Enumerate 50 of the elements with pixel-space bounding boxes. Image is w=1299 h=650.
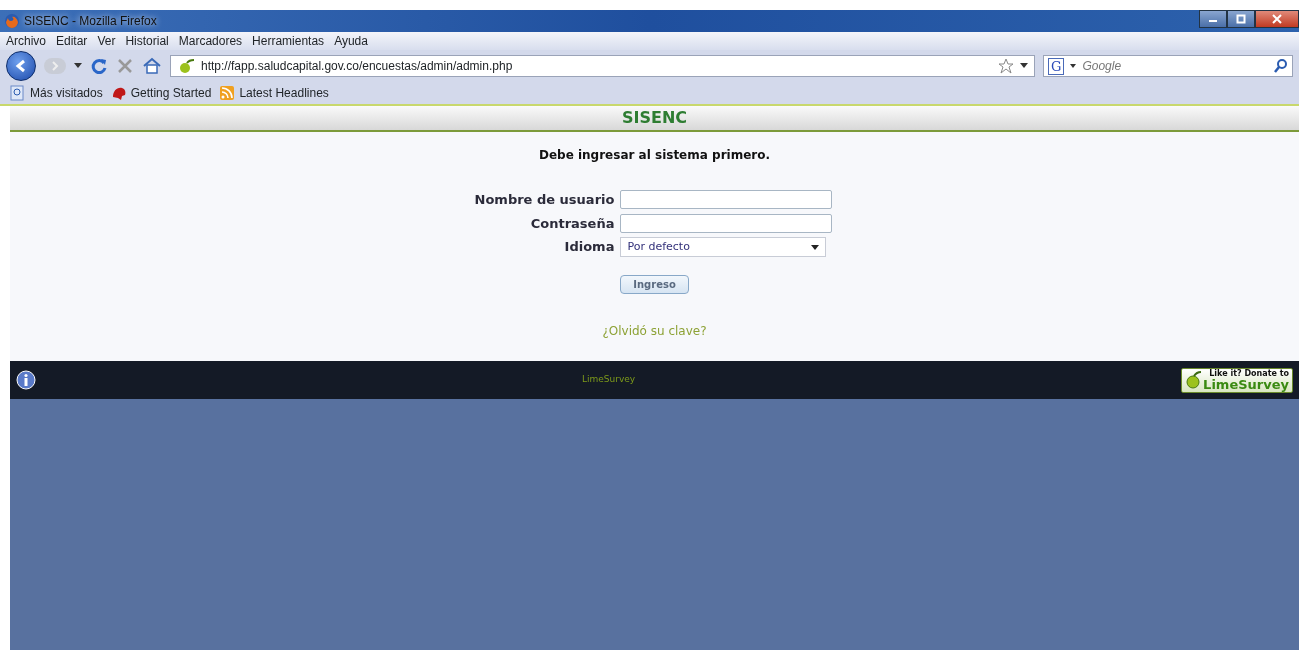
- site-lime-icon: [177, 58, 195, 74]
- url-text: http://fapp.saludcapital.gov.co/encuestas/admin/admin.php: [201, 58, 513, 75]
- menu-item[interactable]: Archivo: [6, 34, 46, 48]
- donate-badge[interactable]: Like it? Donate to LimeSurvey: [1181, 367, 1293, 393]
- select-value: Por defecto: [627, 238, 690, 255]
- bookmark-link[interactable]: Más visitados: [30, 84, 103, 102]
- donate-caption: Like it? Donate to: [1209, 369, 1289, 378]
- restore-button[interactable]: [1227, 10, 1255, 28]
- back-button[interactable]: [6, 51, 36, 81]
- login-button[interactable]: Ingreso: [620, 275, 689, 294]
- bookmark-link[interactable]: Latest Headlines: [239, 84, 329, 102]
- menu-item[interactable]: Herramientas: [252, 34, 325, 48]
- close-icon: [1272, 14, 1282, 24]
- login-message: Debe ingresar al sistema primero.: [538, 147, 771, 164]
- window-title: SISENC - Mozilla Firefox: [24, 13, 157, 30]
- username-field[interactable]: [620, 190, 833, 210]
- menu-item[interactable]: Ayuda: [334, 34, 368, 48]
- search-engine-button[interactable]: G: [1048, 57, 1065, 75]
- field-label: Nombre de usuario: [474, 191, 615, 209]
- dropdown-caret-icon[interactable]: [1020, 63, 1028, 69]
- field-label: Contraseña: [530, 214, 615, 233]
- bookmark-link[interactable]: Getting Started: [130, 84, 212, 102]
- language-select[interactable]: Por defecto: [620, 237, 827, 257]
- site-title: SISENC: [621, 107, 688, 129]
- close-button[interactable]: [1255, 10, 1299, 28]
- home-icon[interactable]: [142, 57, 162, 75]
- search-icon[interactable]: [1274, 59, 1288, 73]
- footer-text: LimeSurvey: [580, 373, 637, 387]
- firefox-icon: [4, 13, 20, 29]
- menu-item[interactable]: Ver: [97, 34, 116, 48]
- menu-item[interactable]: Marcadores: [178, 34, 243, 48]
- dropdown-caret-icon: [811, 244, 820, 250]
- donate-logo-text: LimeSurvey: [1203, 377, 1289, 391]
- dropdown-caret-icon[interactable]: [74, 63, 82, 69]
- field-label: Idioma: [564, 238, 615, 257]
- restore-icon: [1236, 14, 1246, 24]
- rss-feed-icon: [219, 85, 236, 101]
- password-field[interactable]: [620, 213, 833, 233]
- menu-item[interactable]: Editar: [56, 34, 88, 48]
- address-bar[interactable]: http://fapp.saludcapital.gov.co/encuestas/admin/admin.php: [170, 55, 1035, 77]
- reload-icon[interactable]: [90, 57, 108, 75]
- search-page-icon: [10, 85, 26, 101]
- menu-item[interactable]: Historial: [125, 34, 169, 48]
- star-icon[interactable]: [998, 58, 1014, 74]
- info-icon[interactable]: [16, 370, 36, 390]
- search-field[interactable]: G Google: [1043, 55, 1293, 77]
- bookmark-icon: [110, 85, 127, 101]
- minimize-button[interactable]: [1199, 10, 1227, 28]
- lime-icon: [1185, 371, 1202, 389]
- dropdown-caret-icon[interactable]: [1070, 64, 1077, 68]
